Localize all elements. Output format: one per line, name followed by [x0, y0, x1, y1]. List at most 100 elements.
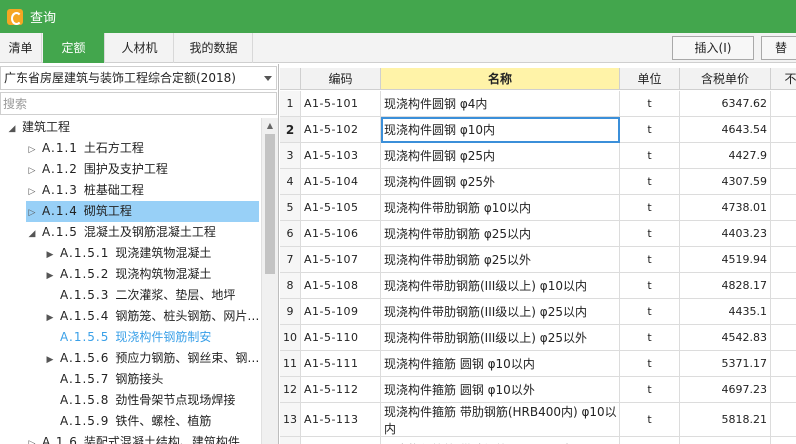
tree-node[interactable]: A.1.5.5 现浇构件钢筋制安 [44, 327, 211, 348]
tab-bill[interactable]: 清单 [0, 33, 42, 63]
table-cell-name[interactable]: 现浇构件箍筋 圆钢 φ10以内 [381, 351, 620, 377]
collapsed-arrow-icon[interactable]: ▶ [44, 266, 56, 287]
table-cell-unit[interactable]: t [620, 377, 680, 403]
table-cell-index[interactable]: 7 [280, 247, 301, 273]
table-cell-code[interactable]: A1-5-113 [301, 403, 381, 437]
tree-node[interactable]: A.1.5.8 劲性骨架节点现场焊接 [44, 390, 235, 411]
table-cell-code[interactable]: A1-5-101 [301, 91, 381, 117]
expanded-arrow-icon[interactable]: ◢ [6, 119, 18, 140]
table-cell-extra[interactable] [771, 299, 796, 325]
table-cell-extra[interactable] [771, 221, 796, 247]
header-extra[interactable]: 不 [771, 68, 796, 90]
table-cell-extra[interactable] [771, 91, 796, 117]
table-cell-name[interactable]: 现浇构件带肋钢筋(III级以上) φ25以外 [381, 325, 620, 351]
table-cell-index[interactable]: 13 [280, 403, 301, 437]
table-cell-price[interactable]: 4403.23 [680, 221, 771, 247]
table-cell-index[interactable]: 5 [280, 195, 301, 221]
tab-quota[interactable]: 定额 [43, 33, 105, 63]
table-cell-name[interactable]: 现浇构件圆钢 φ25内 [381, 143, 620, 169]
tree-node[interactable]: ▷ A.1.2 围护及支护工程 [26, 159, 168, 180]
table-cell-unit[interactable]: t [620, 169, 680, 195]
table-cell-name[interactable]: 现浇构件箍筋 圆钢 φ10以外 [381, 377, 620, 403]
table-cell-price[interactable]: 4435.1 [680, 299, 771, 325]
tree-node[interactable]: ▷ A.1.3 桩基础工程 [26, 180, 144, 201]
table-cell-index[interactable]: 10 [280, 325, 301, 351]
table-cell-code[interactable]: A1-5-111 [301, 351, 381, 377]
replace-button[interactable]: 替 [761, 36, 796, 60]
table-cell-name[interactable]: 现浇构件带肋钢筋 φ25以内 [381, 221, 620, 247]
table-cell-name[interactable]: 现浇构件箍筋 带肋钢筋(HRB400内) φ10以内 [381, 403, 620, 437]
table-cell-unit[interactable] [620, 437, 680, 444]
table-cell-code[interactable]: A1-5-105 [301, 195, 381, 221]
tree-node[interactable]: A.1.5.3 二次灌浆、垫层、地坪 [44, 285, 235, 306]
table-cell-extra[interactable] [771, 403, 796, 437]
table-cell-index[interactable]: 14 [280, 437, 301, 444]
table-cell-index[interactable]: 8 [280, 273, 301, 299]
table-cell-extra[interactable] [771, 247, 796, 273]
table-cell-index[interactable]: 3 [280, 143, 301, 169]
table-cell-code[interactable]: A1-5-106 [301, 221, 381, 247]
table-cell-code[interactable]: A1-5-110 [301, 325, 381, 351]
scroll-up-icon[interactable]: ▲ [262, 118, 278, 134]
table-cell-code[interactable]: A1-5-114 [301, 437, 381, 444]
tree-scrollbar[interactable]: ▲ [261, 118, 278, 444]
table-cell-extra[interactable] [771, 195, 796, 221]
tab-my-data[interactable]: 我的数据 [175, 33, 253, 63]
table-cell-name[interactable]: 现浇构件带肋钢筋(III级以上) φ25以内 [381, 299, 620, 325]
table-cell-unit[interactable]: t [620, 91, 680, 117]
header-unit[interactable]: 单位 [620, 68, 680, 90]
table-cell-extra[interactable] [771, 273, 796, 299]
tree-node[interactable]: ▷ A.1.4 砌筑工程 [26, 201, 259, 222]
table-cell-name[interactable]: 现浇构件圆钢 φ4内 [381, 91, 620, 117]
scrollbar-thumb[interactable] [265, 134, 275, 274]
table-cell-extra[interactable] [771, 351, 796, 377]
table-cell-name[interactable]: 现浇构件带肋钢筋 φ10以内 [381, 195, 620, 221]
table-cell-name[interactable]: 现浇构件带肋钢筋(III级以上) φ10以内 [381, 273, 620, 299]
header-price[interactable]: 含税单价 [680, 68, 771, 90]
table-cell-code[interactable]: A1-5-107 [301, 247, 381, 273]
table-cell-unit[interactable]: t [620, 325, 680, 351]
collapsed-arrow-icon[interactable]: ▷ [26, 182, 38, 203]
search-input[interactable] [0, 92, 277, 115]
header-code[interactable]: 编码 [301, 68, 381, 90]
collapsed-arrow-icon[interactable]: ▷ [26, 140, 38, 161]
table-cell-code[interactable]: A1-5-112 [301, 377, 381, 403]
table-cell-unit[interactable]: t [620, 195, 680, 221]
insert-button[interactable]: 插入(I) [672, 36, 754, 60]
collapsed-arrow-icon[interactable]: ▶ [44, 308, 56, 329]
table-cell-price[interactable]: 4519.94 [680, 247, 771, 273]
tree-node[interactable]: ◢ 建筑工程 [6, 117, 70, 138]
table-cell-price[interactable]: 6347.62 [680, 91, 771, 117]
tree-node[interactable]: ▶ A.1.5.6 预应力钢筋、钢丝束、钢… [44, 348, 259, 369]
table-cell-unit[interactable]: t [620, 117, 680, 143]
table-cell-extra[interactable] [771, 325, 796, 351]
table-cell-index[interactable]: 6 [280, 221, 301, 247]
table-cell-index[interactable]: 12 [280, 377, 301, 403]
table-cell-index[interactable]: 9 [280, 299, 301, 325]
tree-node[interactable]: ▶ A.1.5.2 现浇构筑物混凝土 [44, 264, 212, 287]
table-cell-price[interactable]: 4697.23 [680, 377, 771, 403]
table-cell-code[interactable]: A1-5-102 [301, 117, 381, 143]
collapsed-arrow-icon[interactable]: ▷ [26, 434, 38, 444]
table-cell-price[interactable]: 4307.59 [680, 169, 771, 195]
table-cell-extra[interactable] [771, 117, 796, 143]
table-cell-index[interactable]: 1 [280, 91, 301, 117]
collapsed-arrow-icon[interactable]: ▶ [44, 350, 56, 371]
table-cell-unit[interactable]: t [620, 351, 680, 377]
table-cell-extra[interactable] [771, 143, 796, 169]
table-cell-extra[interactable] [771, 169, 796, 195]
tree-node[interactable]: A.1.5.9 铁件、螺栓、植筋 [44, 411, 211, 432]
table-cell-index[interactable]: 4 [280, 169, 301, 195]
table-cell-code[interactable]: A1-5-103 [301, 143, 381, 169]
table-cell-name[interactable]: 现浇构件圆钢 φ25外 [381, 169, 620, 195]
table-cell-code[interactable]: A1-5-109 [301, 299, 381, 325]
tree-node[interactable]: ▶ A.1.5.4 钢筋笼、桩头钢筋、网片… [44, 306, 259, 327]
table-cell-price[interactable]: 4828.17 [680, 273, 771, 299]
table-cell-index[interactable]: 2 [280, 117, 301, 143]
table-cell-name[interactable]: 现浇构件圆钢 φ10内 [381, 117, 620, 143]
table-cell-unit[interactable]: t [620, 273, 680, 299]
tree-node[interactable]: ◢ A.1.5 混凝土及钢筋混凝土工程 [26, 222, 216, 243]
table-cell-name[interactable]: 现浇构件箍筋 带肋钢筋(HRB400内) φ10以 [381, 437, 620, 444]
table-cell-unit[interactable]: t [620, 143, 680, 169]
tab-labor-material-machine[interactable]: 人材机 [106, 33, 174, 63]
